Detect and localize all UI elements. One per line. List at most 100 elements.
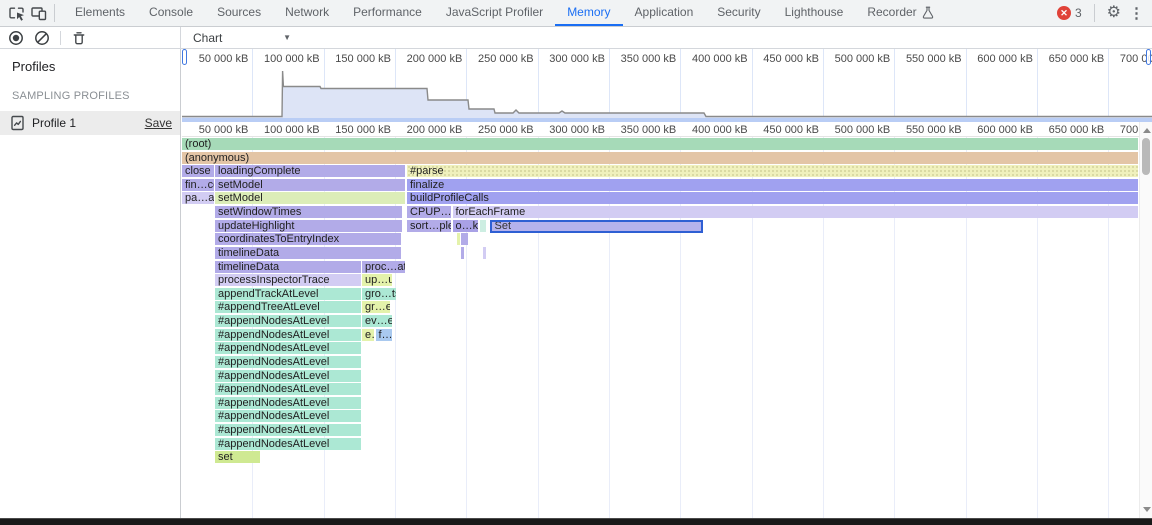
flame-bar[interactable]: finalize — [407, 179, 1138, 191]
tab-elements[interactable]: Elements — [63, 0, 137, 26]
tab-application[interactable]: Application — [623, 0, 706, 26]
flame-bar[interactable]: #appendNodesAtLevel — [215, 329, 361, 341]
tab-security[interactable]: Security — [705, 0, 772, 26]
tab-label: Lighthouse — [785, 5, 844, 19]
flamechart[interactable]: (root) (anonymous)closeloadingComplete#pa… — [182, 137, 1139, 518]
flame-bar[interactable]: buildProfileCalls — [407, 192, 1138, 204]
tab-javascript-profiler[interactable]: JavaScript Profiler — [434, 0, 555, 26]
flame-bar[interactable]: f…r — [376, 329, 393, 341]
memory-overview[interactable]: 50 000 kB100 000 kB150 000 kB200 000 kB2… — [182, 49, 1152, 122]
profiles-sidebar: Profiles SAMPLING PROFILES Profile 1 Sav… — [0, 49, 181, 518]
flame-bar[interactable]: #appendNodesAtLevel — [215, 438, 361, 450]
page-background-strip — [0, 518, 1152, 525]
settings-gear-icon[interactable]: ⚙ — [1107, 5, 1121, 21]
flame-bar[interactable]: #appendNodesAtLevel — [215, 410, 361, 422]
flame-bar[interactable]: (root) — [182, 138, 1138, 150]
tabbar-left-icons — [0, 0, 63, 26]
flame-bar[interactable]: o…k — [453, 220, 478, 232]
flame-bar[interactable]: (anonymous) — [182, 152, 1138, 164]
inspect-element-icon[interactable] — [6, 3, 28, 23]
flame-bar[interactable]: #appendNodesAtLevel — [215, 342, 361, 354]
device-toolbar-icon[interactable] — [28, 3, 50, 23]
flame-bar[interactable]: processInspectorTrace — [215, 274, 361, 286]
flame-bar[interactable]: fin…ce — [182, 179, 214, 191]
flame-bar[interactable]: setModel — [215, 192, 405, 204]
flame-bar[interactable]: close — [182, 165, 214, 177]
devtools-window: Elements Console Sources Network Performance… — [0, 0, 1152, 525]
vertical-scrollbar[interactable] — [1139, 122, 1152, 518]
tab-label: Elements — [75, 5, 125, 19]
flame-bar[interactable]: updateHighlight — [215, 220, 402, 232]
tab-label: Sources — [217, 5, 261, 19]
tab-recorder[interactable]: Recorder — [855, 0, 945, 26]
flame-bar[interactable]: timelineData — [215, 261, 361, 273]
flame-bar[interactable]: #parse — [407, 165, 1138, 177]
view-mode-select[interactable]: Chart ▼ — [187, 31, 297, 45]
tab-sources[interactable]: Sources — [205, 0, 273, 26]
flame-bar[interactable]: #appendNodesAtLevel — [215, 370, 361, 382]
tab-label: Application — [635, 5, 694, 19]
scrollbar-thumb[interactable] — [1142, 138, 1150, 175]
tabbar-right-divider — [1094, 4, 1095, 22]
view-mode-value: Chart — [193, 31, 222, 45]
tab-label: Memory — [567, 5, 610, 19]
flame-bar[interactable]: coordinatesToEntryIndex — [215, 233, 401, 245]
flame-bar[interactable]: ev…ew — [362, 315, 392, 327]
console-error-chip[interactable]: ✕ 3 — [1057, 6, 1082, 20]
sidebar-heading: Profiles — [0, 49, 180, 74]
flame-bar[interactable]: up…up — [362, 274, 392, 286]
flame-bar[interactable]: CPUP…del — [407, 206, 451, 218]
flask-icon — [922, 6, 934, 19]
flame-bar[interactable]: pa…at — [182, 192, 214, 204]
tabbar-right: ✕ 3 ⚙ ⋮ — [1057, 4, 1152, 22]
flame-bar[interactable]: #appendNodesAtLevel — [215, 424, 361, 436]
overview-left-handle[interactable] — [182, 49, 187, 65]
flame-bar[interactable]: #appendNodesAtLevel — [215, 356, 361, 368]
flame-bar[interactable]: #appendNodesAtLevel — [215, 315, 361, 327]
chevron-down-icon: ▼ — [283, 33, 291, 42]
flame-bar[interactable] — [461, 247, 465, 259]
flame-bar[interactable]: set — [215, 451, 260, 463]
flame-bar[interactable]: #appendNodesAtLevel — [215, 383, 361, 395]
tab-label: Recorder — [867, 5, 916, 19]
scroll-down-icon[interactable] — [1143, 507, 1151, 512]
flame-bar[interactable] — [483, 247, 486, 259]
flame-bar[interactable] — [461, 233, 468, 245]
clear-profiles-button[interactable] — [34, 30, 50, 46]
flame-bar[interactable]: setModel — [215, 179, 405, 191]
flame-bar[interactable]: setWindowTimes — [215, 206, 402, 218]
flame-bar[interactable]: proc…ata — [362, 261, 405, 273]
record-heap-button[interactable] — [8, 30, 24, 46]
save-profile-link[interactable]: Save — [145, 116, 172, 130]
flame-bar[interactable]: #appendTreeAtLevel — [215, 301, 361, 313]
flame-bar[interactable]: gro…ts — [362, 288, 396, 300]
flame-bar-selected[interactable]: Set — [490, 220, 704, 233]
tab-label: Performance — [353, 5, 422, 19]
flame-bar[interactable]: appendTrackAtLevel — [215, 288, 361, 300]
sidebar-item-profile-1[interactable]: Profile 1 Save — [0, 111, 180, 135]
tab-label: Security — [717, 5, 760, 19]
overview-area-fill — [182, 71, 1152, 118]
flame-bar[interactable]: #appendNodesAtLevel — [215, 397, 361, 409]
flame-bar[interactable]: sort…ples — [407, 220, 451, 232]
flame-bar[interactable]: forEachFrame — [453, 206, 1139, 218]
flame-bar[interactable]: timelineData — [215, 247, 401, 259]
flame-bar[interactable] — [480, 220, 486, 232]
tab-memory[interactable]: Memory — [555, 0, 622, 26]
overview-right-handle[interactable] — [1146, 49, 1151, 65]
error-icon: ✕ — [1057, 6, 1071, 20]
devtools-tabbar: Elements Console Sources Network Performance… — [0, 0, 1152, 27]
flame-bar[interactable]: loadingComplete — [215, 165, 405, 177]
more-options-icon[interactable]: ⋮ — [1129, 6, 1144, 21]
flame-bar[interactable]: e… — [362, 329, 374, 341]
tab-lighthouse[interactable]: Lighthouse — [773, 0, 856, 26]
delete-profile-icon[interactable] — [71, 30, 87, 46]
profiler-toolbar: Chart ▼ — [0, 27, 1152, 49]
flame-bar[interactable]: gr…ew — [362, 301, 390, 313]
tab-console[interactable]: Console — [137, 0, 205, 26]
tab-performance[interactable]: Performance — [341, 0, 434, 26]
tab-label: Console — [149, 5, 193, 19]
sampling-profile-chart: 50 000 kB100 000 kB150 000 kB200 000 kB2… — [182, 49, 1152, 518]
scroll-up-icon[interactable] — [1143, 128, 1151, 133]
tab-network[interactable]: Network — [273, 0, 341, 26]
